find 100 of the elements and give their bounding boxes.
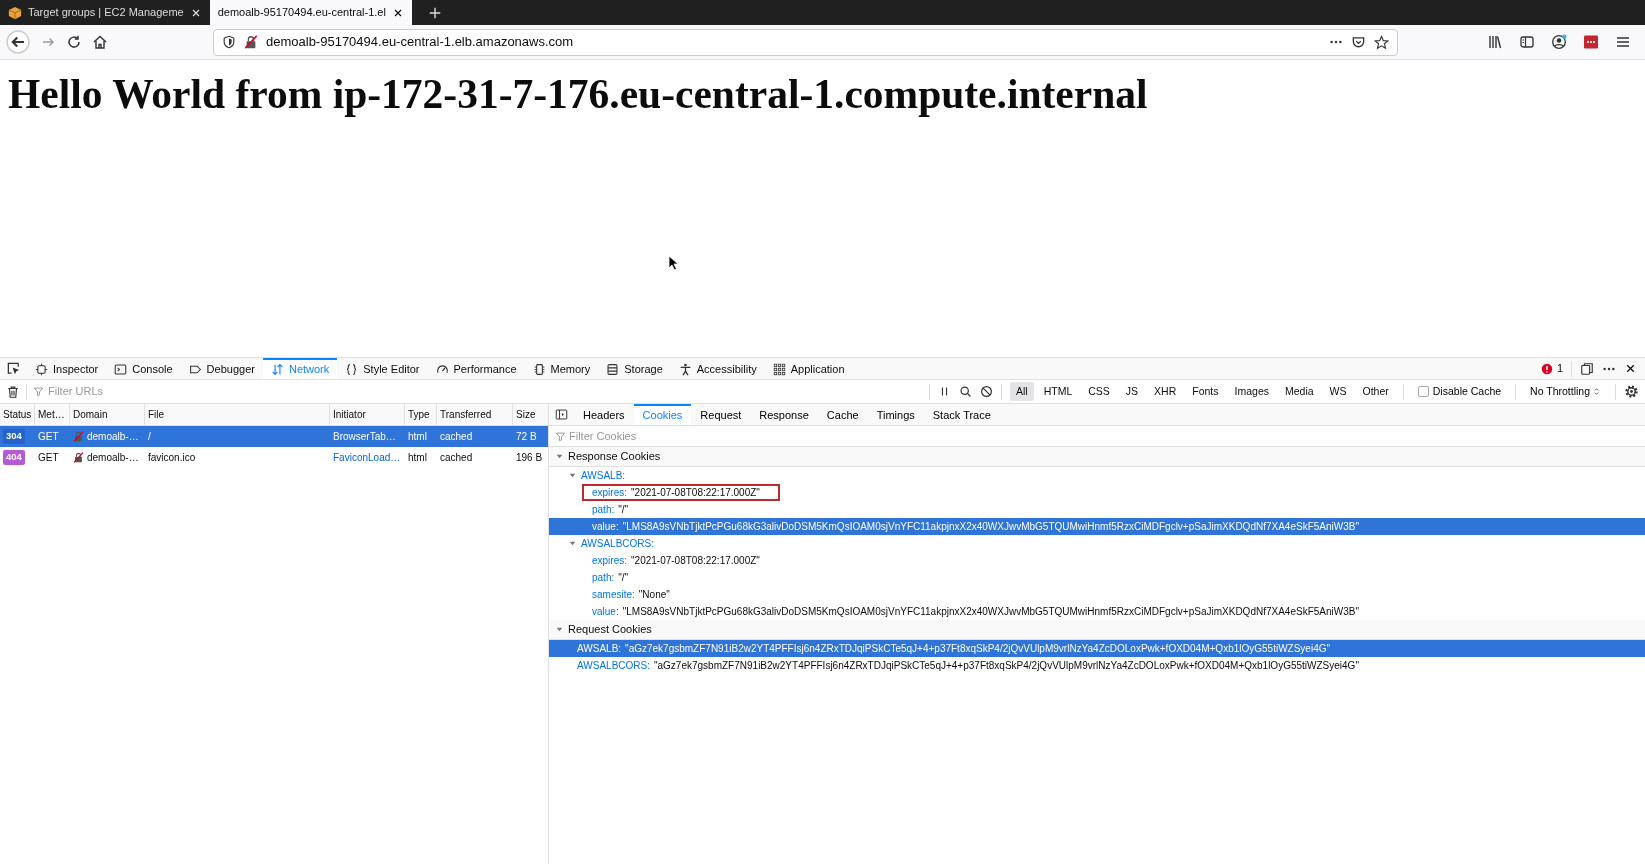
extension-icon[interactable] — [1583, 34, 1599, 50]
browser-tab[interactable]: Target groups | EC2 Manageme — [0, 0, 210, 25]
tool-icon — [772, 363, 786, 376]
account-icon[interactable] — [1551, 34, 1567, 50]
throttling-select[interactable]: No Throttling — [1524, 382, 1607, 401]
cookie-row[interactable]: path: "/" — [549, 569, 1645, 586]
tool-icon — [270, 363, 284, 376]
devtools-tab[interactable]: Debugger — [180, 358, 263, 379]
section-title: Request Cookies — [568, 622, 652, 638]
pocket-icon[interactable] — [1351, 34, 1366, 50]
trash-icon[interactable] — [6, 384, 20, 399]
detail-tab[interactable]: Response — [750, 404, 818, 425]
twisty-icon[interactable] — [568, 539, 577, 548]
devtools-tab[interactable]: Application — [764, 358, 853, 379]
column-header[interactable]: File — [148, 407, 165, 422]
disable-cache-checkbox[interactable]: Disable Cache — [1411, 382, 1508, 401]
column-header[interactable]: Initiator — [333, 407, 366, 422]
cookie-row[interactable]: path: "/" — [549, 501, 1645, 518]
cookie-value: "LMS8A9sVNbTjktPcPGu68kG3alivDoDSM5KmQsIOAM0sjVnYFC11akpjnxX2x40WXJwvMbG5TQUMwiHnmf5RzxCiMDFgclv+pSaJimXKDQdNf7XA4eSkF5AniW3B" — [622, 605, 1359, 619]
devtools-tab[interactable]: Memory — [524, 358, 599, 379]
detail-tab[interactable]: Request — [691, 404, 751, 425]
address-bar[interactable]: demoalb-95170494.eu-central-1.elb.amazonaws.com — [213, 28, 1398, 56]
table-cell-text: html — [408, 451, 427, 465]
browser-tab[interactable]: demoalb-95170494.eu-central-1.el — [209, 0, 412, 25]
twisty-icon[interactable] — [555, 625, 564, 634]
type-filter[interactable]: Images — [1228, 381, 1275, 402]
close-icon[interactable] — [1624, 362, 1637, 375]
cookie-key: path: — [592, 570, 615, 585]
cookie-row[interactable]: AWSALB: "aGz7ek7gsbmZF7N91iB2w2YT4PFFIsj6n4ZRxTDJqiPSkCTe5qJ+4+p37Ft8xqSkP4/2jQvVUlpM9vrlNzYa4ZcDOLoxPwk+fOXD04M+Qxb1lOyG55tiWZSyei4G" — [549, 640, 1645, 657]
cookie-row[interactable]: AWSALBCORS: "aGz7ek7gsbmZF7N91iB2w2YT4PFFIsj6n4ZRxTDJqiPSkCTe5qJ+4+p37Ft8xqSkP4/2jQvVUlpM9vrlNzYa4ZcDOLoxPwk+fOXD04M+Qxb1lOyG55tiWZSyei4G" — [549, 657, 1645, 674]
type-filter[interactable]: Fonts — [1186, 381, 1225, 402]
devtools-tab[interactable]: Network — [262, 358, 338, 379]
cookie-row[interactable]: value: "LMS8A9sVNbTjktPcPGu68kG3alivDoDSM5KmQsIOAM0sjVnYFC11akpjnxX2x40WXJwvMbG5TQUMwiHnmf5RzxCiMDFgclv+pSaJimXKDQdNf7XA4eSkF5AniW3B" — [549, 603, 1645, 620]
request-row[interactable]: 304 GET demoalb-… / BrowserTab… html cached 72 B — [0, 426, 548, 447]
devtools-tab[interactable]: Inspector — [27, 358, 107, 379]
request-row[interactable]: 404 GET demoalb-… favicon.ico FaviconLoad… html cached 196 B — [0, 447, 548, 468]
type-filter[interactable]: HTML — [1037, 381, 1079, 402]
cookie-row[interactable]: expires: "2021-07-08T08:22:17.000Z" — [549, 552, 1645, 569]
detail-tab[interactable]: Cache — [817, 404, 868, 425]
dock-icon[interactable] — [1580, 361, 1594, 376]
detail-tab[interactable]: Headers — [574, 404, 634, 425]
back-icon[interactable] — [6, 30, 30, 54]
detail-tab[interactable]: Timings — [867, 404, 924, 425]
cookie-value: "aGz7ek7gsbmZF7N91iB2w2YT4PFFIsj6n4ZRxTDJqiPSkCTe5qJ+4+p37Ft8xqSkP4/2jQvVUlpM9vrlNzYa4ZcDOLoxPwk+fOXD04M+Qxb1lOyG55tiWZSyei4G" — [625, 642, 1331, 656]
table-cell-text: cached — [440, 451, 473, 465]
twisty-icon[interactable] — [568, 471, 577, 480]
tool-icon — [678, 363, 692, 376]
twisty-icon[interactable] — [555, 452, 564, 461]
block-icon[interactable] — [980, 385, 993, 398]
table-cell-text: / — [148, 430, 151, 444]
type-filter[interactable]: CSS — [1082, 381, 1116, 402]
devtools-tab[interactable]: Style Editor — [337, 358, 428, 379]
type-filter[interactable]: All — [1010, 381, 1034, 402]
type-filter[interactable]: WS — [1323, 381, 1353, 402]
error-counter[interactable]: 1 — [1540, 360, 1563, 377]
tool-icon — [532, 363, 546, 376]
status-badge: 304 — [3, 429, 25, 444]
cookie-key: value: — [592, 604, 619, 619]
table-cell-text: html — [408, 430, 427, 444]
cookie-row[interactable]: value: "LMS8A9sVNbTjktPcPGu68kG3alivDoDSM5KmQsIOAM0sjVnYFC11akpjnxX2x40WXJwvMbG5TQUMwiHnmf5RzxCiMDFgclv+pSaJimXKDQdNf7XA4eSkF5AniW3B" — [549, 518, 1645, 535]
sidebar-icon[interactable] — [1519, 34, 1535, 50]
type-filter[interactable]: XHR — [1148, 381, 1183, 402]
devtools-tab[interactable]: Accessibility — [670, 358, 765, 379]
devtools-tab[interactable]: Performance — [427, 358, 525, 379]
shield-icon[interactable] — [222, 35, 236, 49]
library-icon[interactable] — [1487, 34, 1503, 50]
url-text: demoalb-95170494.eu-central-1.elb.amazonaws.com — [266, 33, 575, 52]
picker-icon[interactable] — [6, 361, 21, 376]
tool-icon — [114, 363, 128, 376]
filter-field[interactable]: Filter URLs — [48, 383, 348, 400]
initiator-link[interactable]: BrowserTab… — [333, 429, 396, 444]
column-header[interactable]: Transferred — [440, 407, 492, 422]
reload-icon[interactable] — [66, 34, 82, 50]
cookie-key: path: — [592, 502, 615, 517]
table-cell-text: 196 B — [516, 451, 543, 465]
column-header[interactable]: Size — [516, 407, 536, 422]
column-header[interactable]: Domain — [73, 407, 108, 422]
devtools-tab[interactable]: Console — [106, 358, 181, 379]
column-header[interactable]: Met… — [38, 407, 65, 422]
menu-icon[interactable] — [1615, 34, 1631, 50]
column-header[interactable]: Type — [408, 407, 430, 422]
column-header[interactable]: Status — [3, 407, 32, 422]
lock-icon[interactable] — [244, 35, 258, 49]
page-heading: Hello World from ip-172-31-7-176.eu-central-1.compute.internal — [8, 70, 1149, 119]
search-icon[interactable] — [959, 385, 972, 398]
tool-icon — [435, 363, 449, 376]
devtools-tab[interactable]: Storage — [598, 358, 671, 379]
detail-tab[interactable]: Cookies — [633, 404, 692, 425]
settings-icon[interactable] — [1624, 384, 1639, 399]
cookie-row[interactable]: expires: "2021-07-08T08:22:17.000Z" — [549, 484, 1645, 501]
star-icon[interactable] — [1374, 34, 1389, 50]
type-filter[interactable]: JS — [1119, 381, 1145, 402]
cookie-row[interactable]: samesite: "None" — [549, 586, 1645, 603]
detail-tab[interactable]: Stack Trace — [923, 404, 1000, 425]
initiator-link[interactable]: FaviconLoad… — [333, 450, 401, 465]
panel-toggle-icon[interactable] — [555, 408, 568, 421]
cookie-filter-field[interactable]: Filter Cookies — [569, 427, 869, 445]
type-filter[interactable]: Other — [1356, 381, 1395, 402]
home-icon[interactable] — [92, 34, 108, 50]
type-filter[interactable]: Media — [1279, 381, 1320, 402]
